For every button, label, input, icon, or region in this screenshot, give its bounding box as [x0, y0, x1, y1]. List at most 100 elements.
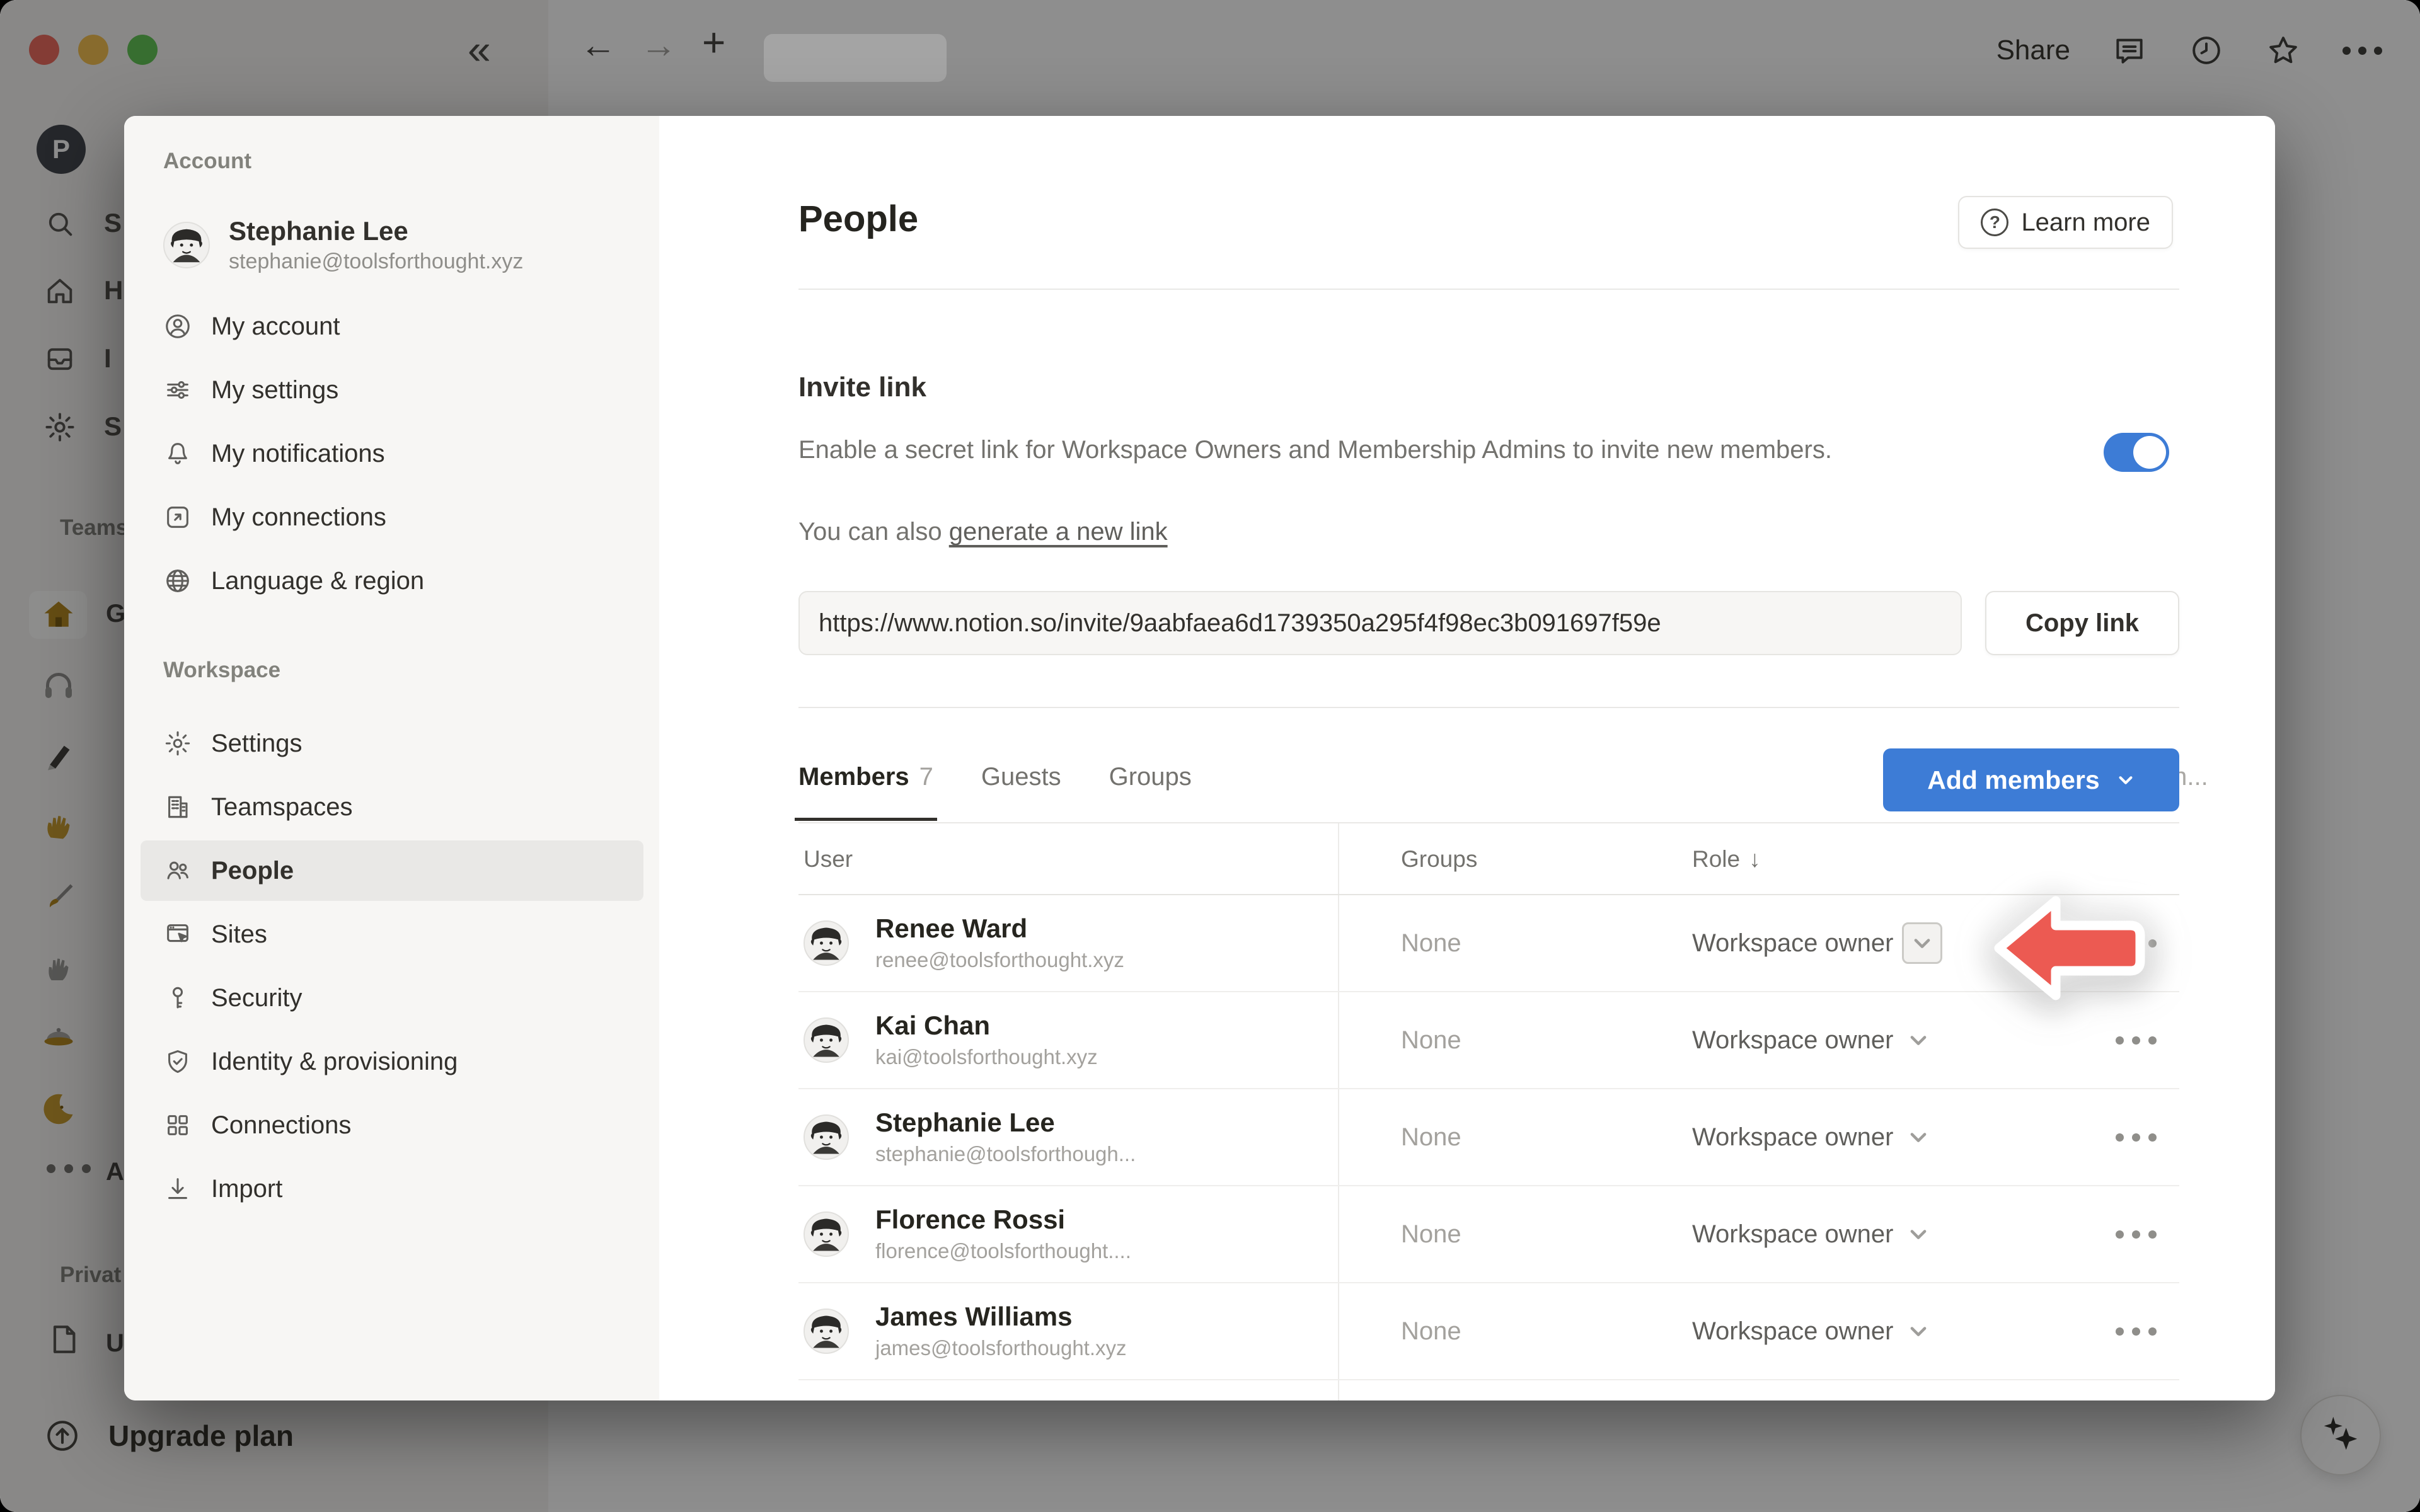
download-icon [163, 1174, 192, 1203]
chevron-down-icon [1907, 1223, 1930, 1246]
add-members-label: Add members [1927, 765, 2099, 795]
chevron-down-icon [1911, 932, 1933, 954]
role-dropdown[interactable]: Workspace owner [1692, 992, 1930, 1088]
add-members-button[interactable]: Add members [1883, 748, 2179, 811]
user-cell: Florence Rossi florence@toolsforthought.… [804, 1186, 1131, 1282]
annotation-arrow-left [1990, 893, 2148, 1004]
tab-guests[interactable]: Guests [981, 733, 1061, 821]
groups-cell: None [1401, 1186, 1461, 1282]
globe-icon [163, 566, 192, 595]
sidebar-item-my-notifications[interactable]: My notifications [141, 423, 643, 484]
invite-link-description: Enable a secret link for Workspace Owner… [798, 432, 1927, 468]
generate-new-link[interactable]: generate a new link [949, 518, 1168, 546]
key-icon [163, 983, 192, 1012]
avatar [804, 1309, 849, 1354]
avatar [804, 1114, 849, 1160]
sidebar-item-teamspaces[interactable]: Teamspaces [141, 777, 643, 837]
bell-icon [163, 439, 192, 468]
account-user-row[interactable]: Stephanie Lee stephanie@toolsforthought.… [141, 204, 643, 286]
row-more-button[interactable] [2116, 992, 2157, 1088]
role-dropdown[interactable]: Workspace owner [1692, 1089, 1930, 1185]
chevron-down-icon [2116, 770, 2135, 789]
browser-icon [163, 920, 192, 949]
sidebar-item-label: Import [211, 1175, 282, 1203]
sidebar-item-my-settings[interactable]: My settings [141, 360, 643, 420]
user-cell: James Williams james@toolsforthought.xyz [804, 1283, 1127, 1379]
avatar [804, 1017, 849, 1063]
sliders-icon [163, 375, 192, 404]
member-email: renee@toolsforthought.xyz [875, 946, 1124, 975]
person-circle-icon [163, 312, 192, 341]
role-chevron-focus-box[interactable] [1902, 922, 1942, 964]
tab-members-label: Members [798, 763, 909, 791]
sidebar-item-import[interactable]: Import [141, 1159, 643, 1219]
invite-url-input[interactable] [798, 591, 1962, 655]
sidebar-item-label: Settings [211, 730, 302, 758]
role-header-label: Role [1692, 846, 1740, 873]
help-icon: ? [1981, 209, 2008, 236]
account-user-name: Stephanie Lee [229, 215, 523, 248]
tab-groups[interactable]: Groups [1109, 733, 1192, 821]
sidebar-item-my-account[interactable]: My account [141, 296, 643, 357]
also-prefix: You can also [798, 518, 949, 546]
role-label: Workspace owner [1692, 1026, 1893, 1055]
chevron-down-icon [1907, 1320, 1930, 1343]
member-name: Kai Chan [875, 1009, 1098, 1043]
row-more-button[interactable] [2116, 1186, 2157, 1282]
column-header-groups: Groups [1401, 823, 1477, 895]
chevron-down-icon [1907, 1126, 1930, 1148]
sidebar-item-connections[interactable]: Connections [141, 1095, 643, 1155]
role-label: Workspace owner [1692, 1220, 1893, 1249]
sidebar-item-label: People [211, 857, 294, 885]
settings-content: People ? Learn more Invite link Enable a… [659, 116, 2275, 1400]
table-row: Renee Ward renee@toolsforthought.xyz Non… [798, 895, 2179, 992]
member-email: james@toolsforthought.xyz [875, 1334, 1127, 1363]
people-icon [163, 856, 192, 885]
row-more-button[interactable] [2116, 1283, 2157, 1379]
learn-more-label: Learn more [2021, 209, 2150, 237]
members-count-badge: 7 [919, 763, 933, 791]
role-label: Workspace owner [1692, 1123, 1893, 1152]
column-header-user: User [804, 823, 853, 895]
member-name: Florence Rossi [875, 1203, 1131, 1237]
groups-cell: None [1401, 1089, 1461, 1185]
member-name: Stephanie Lee [875, 1106, 1136, 1140]
row-more-button[interactable] [2116, 1089, 2157, 1185]
table-row: Stephanie Lee stephanie@toolsforthough..… [798, 1089, 2179, 1186]
table-row: James Williams james@toolsforthought.xyz… [798, 1283, 2179, 1380]
member-email: kai@toolsforthought.xyz [875, 1043, 1098, 1072]
sidebar-item-label: Teamspaces [211, 793, 353, 822]
building-icon [163, 793, 192, 822]
sidebar-item-label: My account [211, 312, 340, 341]
role-dropdown[interactable]: Workspace owner [1692, 895, 1942, 991]
table-row-partial: Digital Bot [798, 1380, 2179, 1400]
sidebar-item-label: Language & region [211, 567, 424, 595]
member-name: James Williams [875, 1300, 1127, 1334]
table-row: Kai Chan kai@toolsforthought.xyz None Wo… [798, 992, 2179, 1089]
copy-link-button[interactable]: Copy link [1985, 591, 2179, 655]
sidebar-item-security[interactable]: Security [141, 968, 643, 1028]
user-cell: Kai Chan kai@toolsforthought.xyz [804, 992, 1098, 1088]
tab-placeholder [764, 34, 947, 82]
settings-modal: Account Stephanie Lee stephanie@toolsfor… [124, 116, 2275, 1400]
sidebar-item-people[interactable]: People [141, 840, 643, 901]
invite-link-heading: Invite link [798, 372, 926, 403]
sidebar-item-settings[interactable]: Settings [141, 713, 643, 774]
arrow-up-right-square-icon [163, 503, 192, 532]
avatar [163, 222, 210, 268]
tab-members[interactable]: Members 7 [798, 733, 933, 821]
sidebar-item-language-region[interactable]: Language & region [141, 551, 643, 611]
invite-link-toggle[interactable] [2104, 433, 2169, 472]
shield-check-icon [163, 1047, 192, 1076]
sidebar-item-sites[interactable]: Sites [141, 904, 643, 965]
sidebar-item-identity-provisioning[interactable]: Identity & provisioning [141, 1031, 643, 1092]
sidebar-item-my-connections[interactable]: My connections [141, 487, 643, 547]
learn-more-button[interactable]: ? Learn more [1958, 196, 2173, 249]
role-dropdown[interactable]: Workspace owner [1692, 1186, 1930, 1282]
member-email: florence@toolsforthought.... [875, 1237, 1131, 1266]
role-dropdown[interactable]: Workspace owner [1692, 1283, 1930, 1379]
column-header-role[interactable]: Role ↓ [1692, 823, 1761, 895]
members-table: User Groups Role ↓ Renee Ward renee@tool… [798, 822, 2179, 1400]
role-label: Workspace owner [1692, 929, 1893, 958]
divider [798, 707, 2179, 708]
